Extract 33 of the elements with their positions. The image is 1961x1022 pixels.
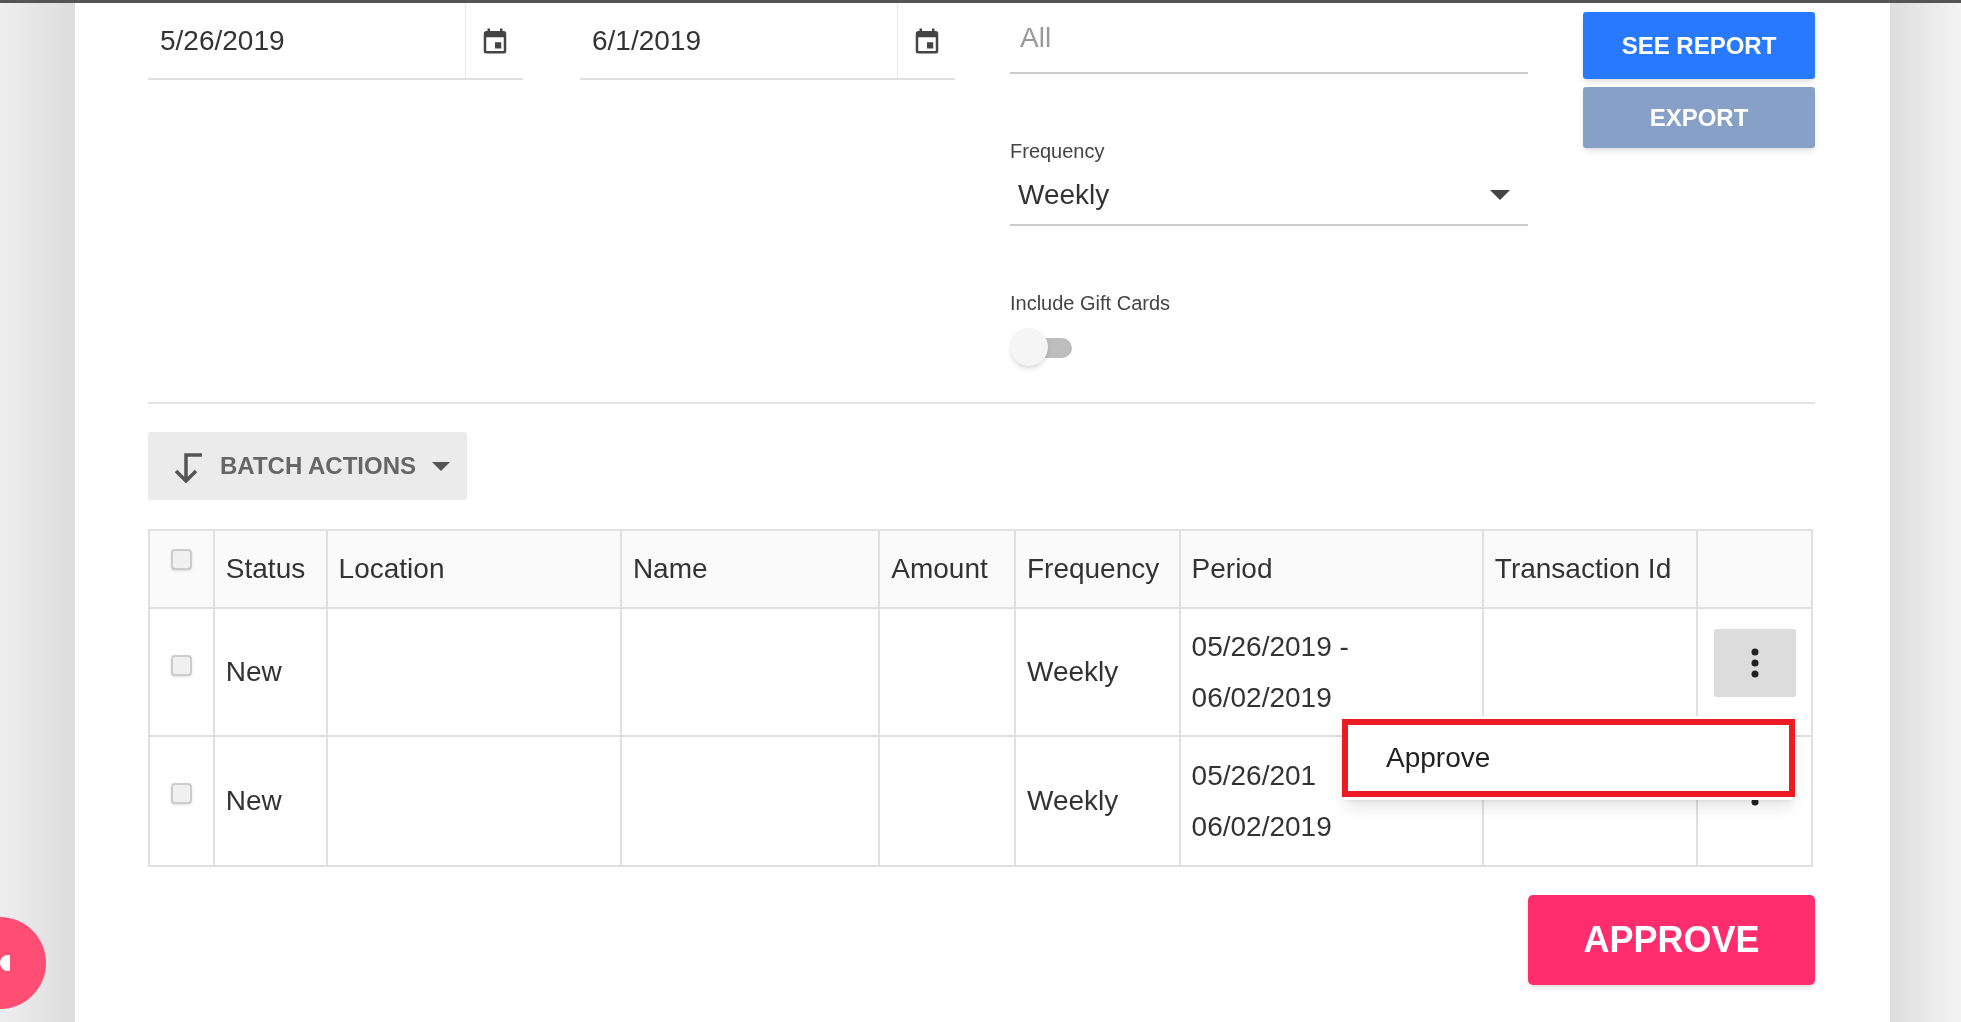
see-report-button[interactable]: SEE REPORT xyxy=(1583,12,1815,79)
date-field[interactable]: 5/26/2019 xyxy=(148,3,523,80)
column-header: Location xyxy=(338,552,445,586)
column-header: Period xyxy=(1191,552,1273,586)
status-cell-text: New xyxy=(225,784,282,818)
locations-field[interactable]: All xyxy=(1010,3,1528,74)
checkbox[interactable] xyxy=(170,783,192,804)
column-header: Transaction Id xyxy=(1494,552,1672,586)
checkbox[interactable] xyxy=(170,549,192,570)
column-header: Status xyxy=(225,552,306,586)
frequency-dropdown[interactable]: Weekly xyxy=(1010,166,1528,226)
approve-menu-item[interactable]: Approve xyxy=(1342,719,1795,797)
period-text: 06/02/2019 xyxy=(1191,810,1332,844)
column-header: Amount xyxy=(891,552,988,586)
status-cell-text: New xyxy=(225,655,282,689)
frequency-label: Frequency xyxy=(1010,139,1105,164)
period-text: 05/26/2019 - xyxy=(1191,630,1349,664)
toggle-switch[interactable] xyxy=(1010,326,1074,366)
checkbox[interactable] xyxy=(170,655,192,676)
approve-button[interactable]: APPROVE xyxy=(1528,895,1815,985)
more-options-button[interactable] xyxy=(1713,629,1796,697)
column-header: Frequency xyxy=(1026,552,1160,586)
gift-cards-label: Include Gift Cards xyxy=(1010,291,1171,316)
column-header: Name xyxy=(632,552,708,586)
frequency-cell-text: Weekly xyxy=(1026,655,1119,689)
caret-icon xyxy=(1490,190,1510,200)
date-field[interactable]: 6/1/2019 xyxy=(580,3,955,80)
caret-icon xyxy=(432,461,450,471)
period-text: 05/26/201 xyxy=(1191,759,1317,793)
batch-actions-button[interactable]: BATCH ACTIONS xyxy=(148,432,467,500)
frequency-cell-text: Weekly xyxy=(1026,784,1119,818)
more-icon xyxy=(1750,648,1759,678)
period-text: 06/02/2019 xyxy=(1191,681,1332,715)
